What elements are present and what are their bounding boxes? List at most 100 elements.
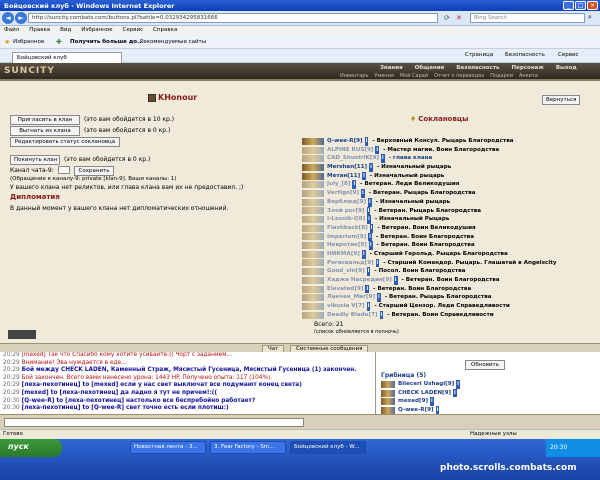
- member-name[interactable]: Злой рог: [327, 207, 356, 216]
- member-name[interactable]: Ланчен_Миг: [327, 293, 366, 302]
- tab-active[interactable]: Бойцовский клуб: [12, 52, 122, 63]
- search-icon[interactable]: ⌕: [588, 13, 592, 22]
- stop-icon[interactable]: ✕: [456, 14, 462, 22]
- chat-time[interactable]: 20:30: [3, 398, 20, 404]
- info-icon[interactable]: i: [362, 171, 366, 181]
- info-icon[interactable]: i: [366, 267, 371, 277]
- chat-time[interactable]: 20:29: [3, 360, 20, 366]
- member-name[interactable]: I-Lesnik-I: [327, 215, 356, 224]
- maximize-button[interactable]: □: [575, 1, 586, 10]
- info-icon[interactable]: i: [352, 180, 357, 190]
- chat-time[interactable]: 20:29: [3, 352, 20, 358]
- member-name[interactable]: Flashback: [327, 224, 359, 233]
- member-name[interactable]: Метан: [327, 172, 347, 181]
- tool-service[interactable]: Сервис: [558, 52, 579, 58]
- chat-time[interactable]: 20:29: [3, 367, 20, 373]
- forward-icon[interactable]: ►: [15, 12, 27, 24]
- info-icon[interactable]: i: [361, 249, 366, 259]
- online-user-name[interactable]: Bileceri Ushagi[9]: [398, 380, 454, 389]
- member-name[interactable]: Elevated: [327, 285, 354, 294]
- info-icon[interactable]: i: [430, 397, 434, 407]
- member-name[interactable]: Невротик: [327, 241, 358, 250]
- favorites-button[interactable]: Избранное: [13, 39, 44, 45]
- info-icon[interactable]: i: [366, 206, 371, 216]
- menu-view[interactable]: Вид: [60, 27, 71, 35]
- fav-item[interactable]: Получить больше до...: [70, 39, 143, 45]
- menu-character[interactable]: Персонаж: [512, 65, 544, 71]
- kick-button[interactable]: Выгнать из клана: [10, 126, 80, 136]
- online-user[interactable]: Bileceri Ushagi[9] i: [381, 380, 591, 389]
- info-icon[interactable]: i: [368, 232, 372, 242]
- tool-page[interactable]: Страница: [465, 52, 493, 58]
- edit-status-button[interactable]: Редактировать статус соклановца: [10, 137, 120, 147]
- info-icon[interactable]: i: [375, 258, 380, 268]
- member-name[interactable]: Регисвальд: [327, 259, 365, 268]
- info-icon[interactable]: i: [364, 137, 369, 146]
- menu-edit[interactable]: Правка: [29, 27, 50, 35]
- chat-input[interactable]: [4, 418, 304, 427]
- chat-log[interactable]: 20:29 [mexed] Так что Спасибо кому хотит…: [0, 352, 376, 414]
- menu-favorites[interactable]: Избранное: [81, 27, 112, 35]
- submenu-skills[interactable]: Умения: [374, 73, 393, 79]
- menu-file[interactable]: Файл: [4, 27, 19, 35]
- invite-button[interactable]: Пригласить в клан: [10, 115, 80, 125]
- menu-help[interactable]: Справка: [153, 27, 177, 35]
- info-icon[interactable]: i: [393, 276, 398, 285]
- online-user[interactable]: CHECK LADEN[9] i: [381, 388, 591, 398]
- taskbar-item-active[interactable]: Бойцовский клуб - W...: [290, 441, 366, 454]
- refresh-icon[interactable]: ⟳: [444, 14, 450, 22]
- member-name[interactable]: Imperium: [327, 233, 357, 242]
- info-icon[interactable]: i: [375, 145, 380, 155]
- menu-exit[interactable]: Выход: [556, 65, 577, 71]
- info-icon[interactable]: i: [369, 163, 373, 172]
- info-icon[interactable]: i: [377, 293, 381, 303]
- info-icon[interactable]: i: [368, 197, 372, 207]
- taskbar-item[interactable]: Новостная лента - 3...: [130, 441, 206, 454]
- member-name[interactable]: CAD_ShustriK: [327, 154, 370, 163]
- submenu-gifts[interactable]: Подарки: [490, 73, 513, 79]
- online-user-name[interactable]: mexed[9]: [398, 397, 428, 406]
- close-button[interactable]: ×: [587, 1, 598, 10]
- leave-clan-button[interactable]: Покинуть клан: [10, 155, 60, 165]
- start-button[interactable]: пуск: [0, 439, 62, 457]
- info-icon[interactable]: i: [380, 154, 385, 164]
- menu-knowledge[interactable]: Знания: [380, 65, 403, 71]
- menu-security[interactable]: Безопасность: [456, 65, 499, 71]
- submenu-profile[interactable]: Анкета: [519, 73, 538, 79]
- submenu-transfers[interactable]: Отчет о переводах: [434, 73, 484, 79]
- online-user[interactable]: mexed[9] i: [381, 397, 591, 407]
- menu-tools[interactable]: Сервис: [123, 27, 144, 35]
- member-name[interactable]: Good_vin: [327, 267, 356, 276]
- url-input[interactable]: http://suncity.combats.com/buttons.pl?ba…: [28, 13, 438, 23]
- info-icon[interactable]: i: [379, 310, 384, 320]
- chat-time[interactable]: 20:29: [3, 390, 20, 396]
- online-user-name[interactable]: CHECK LADEN[9]: [398, 389, 451, 398]
- member-name[interactable]: Mershan: [327, 163, 354, 172]
- member-name[interactable]: HИКMA: [327, 250, 351, 259]
- info-icon[interactable]: i: [453, 388, 457, 398]
- submenu-barn[interactable]: Мой Сарай: [400, 73, 428, 79]
- info-icon[interactable]: i: [366, 302, 371, 311]
- chat-time[interactable]: 20:29: [3, 375, 20, 381]
- add-favorite-icon[interactable]: ✚: [56, 38, 62, 46]
- menu-social[interactable]: Общение: [415, 65, 445, 71]
- info-icon[interactable]: i: [368, 241, 373, 250]
- chat-time[interactable]: 20:30: [3, 405, 20, 411]
- info-icon[interactable]: i: [369, 223, 374, 233]
- taskbar-item[interactable]: 3. Fear Factory - Sm...: [210, 441, 286, 454]
- chat-time[interactable]: 20:29: [3, 382, 20, 388]
- member-name[interactable]: Q-wee-R: [327, 137, 354, 146]
- info-icon[interactable]: i: [365, 284, 370, 294]
- chat-channel-input[interactable]: [58, 166, 70, 174]
- save-button[interactable]: Сохранить: [74, 166, 114, 176]
- member-name[interactable]: Deadly Blade: [327, 311, 368, 320]
- member-name[interactable]: Верблюд: [327, 198, 357, 207]
- minimize-button[interactable]: _: [563, 1, 574, 10]
- search-input[interactable]: Bing Search: [470, 13, 585, 23]
- member-name[interactable]: Vertigo: [327, 189, 350, 198]
- member-name[interactable]: Хаджа Насредин: [327, 276, 383, 285]
- back-icon[interactable]: ◄: [2, 12, 14, 24]
- refresh-button[interactable]: Обновить: [465, 360, 505, 370]
- submenu-inventory[interactable]: Инвентарь: [340, 73, 368, 79]
- member-name[interactable]: vikusia V: [327, 302, 356, 311]
